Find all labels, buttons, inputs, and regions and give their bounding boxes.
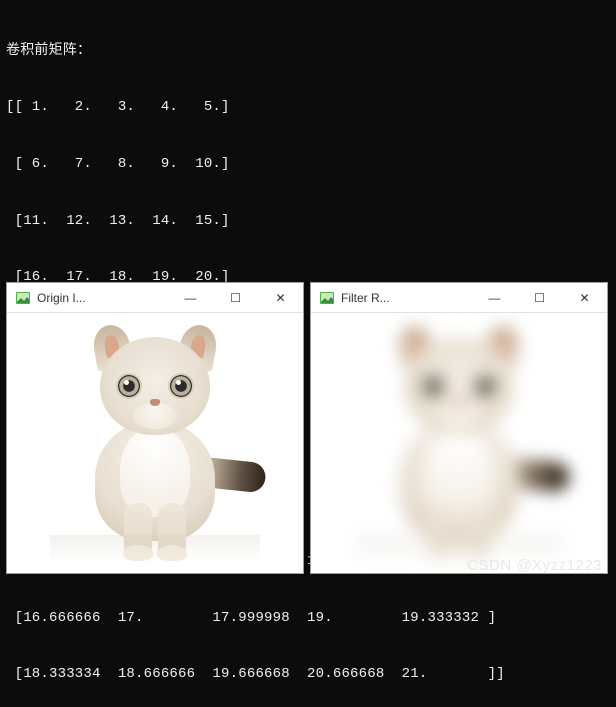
origin-image-content [7, 313, 303, 573]
minimize-button[interactable]: — [472, 283, 517, 312]
filtered-cat-image [354, 323, 564, 563]
filter-image-content [311, 313, 607, 573]
window-controls: — ☐ ✕ [472, 283, 607, 312]
matrix-before-row: [[ 1. 2. 3. 4. 5.] [6, 98, 610, 117]
close-icon: ✕ [579, 291, 589, 305]
matrix-after-row: [18.333334 18.666666 19.666668 20.666668… [6, 665, 610, 684]
close-button[interactable]: ✕ [562, 283, 607, 312]
filter-image-window: Filter R... — ☐ ✕ [310, 282, 608, 574]
window-titlebar[interactable]: Origin I... — ☐ ✕ [7, 283, 303, 313]
maximize-button[interactable]: ☐ [213, 283, 258, 312]
image-windows-row: Origin I... — ☐ ✕ [6, 282, 608, 574]
matrix-before-row: [11. 12. 13. 14. 15.] [6, 212, 610, 231]
label-before: 卷积前矩阵： [6, 42, 610, 61]
origin-image-window: Origin I... — ☐ ✕ [6, 282, 304, 574]
minimize-icon: — [489, 291, 501, 305]
image-app-icon [319, 290, 335, 306]
window-controls: — ☐ ✕ [168, 283, 303, 312]
maximize-button[interactable]: ☐ [517, 283, 562, 312]
window-title: Origin I... [37, 291, 168, 305]
origin-cat-image [50, 323, 260, 563]
close-icon: ✕ [275, 291, 285, 305]
window-titlebar[interactable]: Filter R... — ☐ ✕ [311, 283, 607, 313]
minimize-button[interactable]: — [168, 283, 213, 312]
image-app-icon [15, 290, 31, 306]
maximize-icon: ☐ [534, 291, 545, 305]
matrix-before-row: [ 6. 7. 8. 9. 10.] [6, 155, 610, 174]
minimize-icon: — [185, 291, 197, 305]
matrix-after-row: [16.666666 17. 17.999998 19. 19.333332 ] [6, 609, 610, 628]
maximize-icon: ☐ [230, 291, 241, 305]
close-button[interactable]: ✕ [258, 283, 303, 312]
window-title: Filter R... [341, 291, 472, 305]
